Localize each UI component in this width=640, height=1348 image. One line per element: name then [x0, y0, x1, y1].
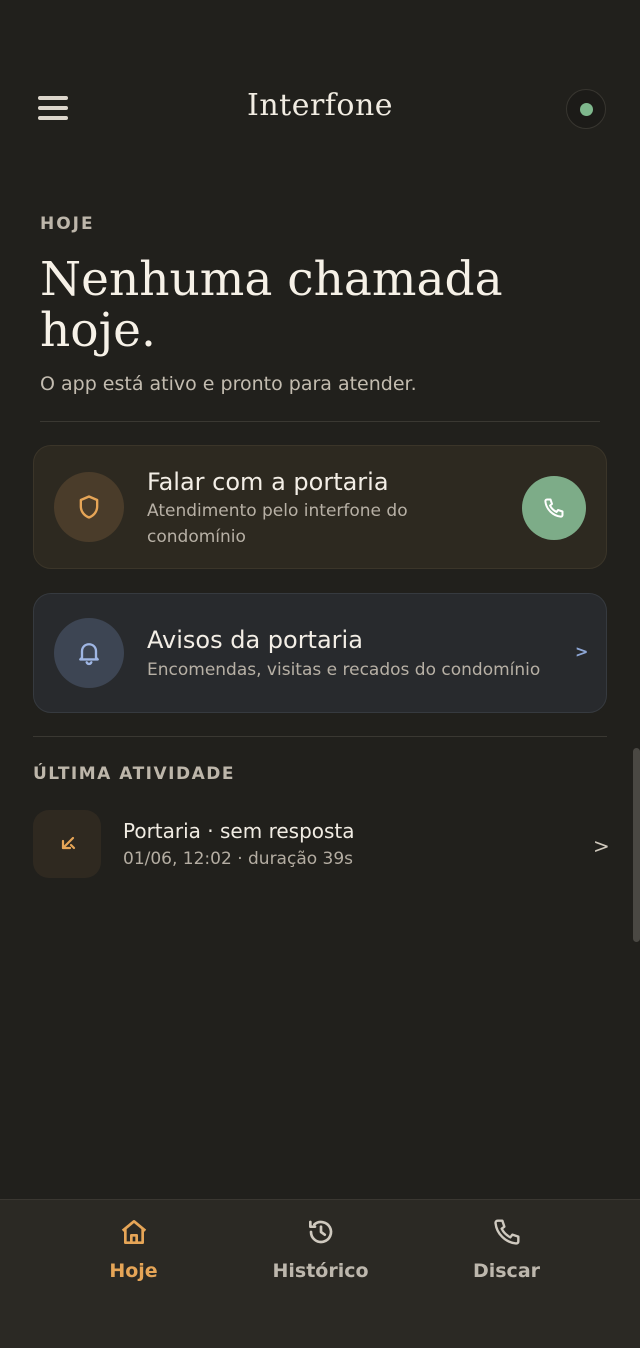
nav-label: Discar — [472, 1260, 541, 1282]
divider — [33, 736, 607, 737]
bottom-nav: Hoje Histórico Discar — [0, 1199, 640, 1348]
nav-item-discar[interactable]: Discar — [400, 1200, 613, 1320]
talk-to-concierge-card[interactable]: Falar com a portaria Atendimento pelo in… — [33, 445, 607, 569]
activity-title: Portaria · sem resposta — [123, 819, 355, 843]
status-subline: O app está ativo e pronto para atender. — [40, 373, 417, 395]
card-subtitle: Atendimento pelo interfone do condomínio — [147, 501, 408, 547]
status-dot-icon — [580, 103, 593, 116]
nav-label: Histórico — [272, 1260, 369, 1282]
app-bar: Interfone — [0, 0, 640, 160]
nav-item-historico[interactable]: Histórico — [214, 1200, 427, 1320]
chevron-right-icon: > — [575, 642, 589, 661]
activity-meta: 01/06, 12:02 · duração 39s — [123, 849, 354, 869]
status-indicator[interactable] — [566, 89, 606, 129]
last-activity-heading: ÚLTIMA ATIVIDADE — [33, 764, 235, 784]
chevron-right-icon: > — [593, 834, 610, 858]
divider — [40, 421, 600, 422]
card-subtitle: Encomendas, visitas e recados do condomí… — [147, 660, 541, 680]
home-icon — [121, 1220, 147, 1244]
phone-icon — [494, 1219, 520, 1245]
bell-icon — [54, 618, 124, 688]
missed-call-icon — [33, 810, 101, 878]
page-headline: Nenhuma chamada hoje. — [40, 252, 503, 358]
call-concierge-button[interactable] — [522, 476, 586, 540]
concierge-notices-card[interactable]: Avisos da portaria Encomendas, visitas e… — [33, 593, 607, 713]
shield-icon — [54, 472, 124, 542]
card-title: Falar com a portaria — [147, 468, 389, 496]
nav-item-hoje[interactable]: Hoje — [27, 1200, 240, 1320]
nav-label: Hoje — [109, 1260, 158, 1282]
card-title: Avisos da portaria — [147, 626, 363, 654]
phone-icon — [544, 498, 564, 518]
activity-list-item[interactable]: Portaria · sem resposta 01/06, 12:02 · d… — [33, 810, 610, 880]
history-icon — [309, 1220, 333, 1244]
scrollbar[interactable] — [633, 748, 640, 942]
app-title: Interfone — [246, 88, 394, 123]
today-eyebrow: HOJE — [40, 214, 95, 234]
